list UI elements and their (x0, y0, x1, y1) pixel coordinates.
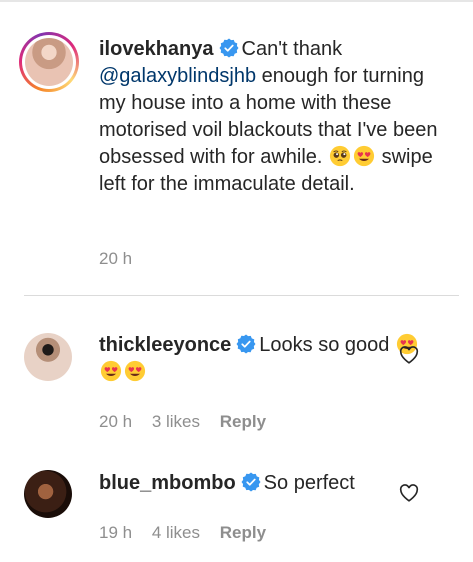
comment-text: Looks so good (259, 334, 390, 356)
verified-badge-icon (241, 472, 261, 492)
timestamp: 20 h (99, 412, 133, 431)
mention-link[interactable]: @galaxyblindsjhb (99, 65, 256, 87)
likes-count[interactable]: 3 likes (152, 412, 200, 431)
avatar[interactable] (24, 470, 72, 518)
heart-eyes-emoji-icon (353, 145, 375, 167)
reply-button[interactable]: Reply (220, 523, 266, 542)
comment-body: thickleeyonce Looks so good (99, 332, 439, 386)
username[interactable]: thickleeyonce (99, 334, 231, 356)
comment-text: Can't thank (241, 38, 343, 60)
avatar[interactable] (24, 333, 72, 381)
like-heart-icon[interactable] (399, 346, 419, 364)
comment-meta: 20 h (99, 249, 147, 269)
top-divider (0, 0, 473, 2)
avatar-story-ring[interactable] (19, 32, 79, 92)
replies-divider (24, 295, 459, 296)
reply-button[interactable]: Reply (220, 412, 266, 431)
comment-body: ilovekhanya Can't thank @galaxyblindsjhb … (99, 36, 439, 198)
avatar (25, 38, 73, 86)
timestamp: 20 h (99, 249, 133, 268)
heart-eyes-emoji-icon (124, 360, 146, 382)
like-heart-icon[interactable] (399, 484, 419, 502)
username[interactable]: ilovekhanya (99, 38, 214, 60)
comment-text: So perfect (263, 472, 355, 494)
heart-eyes-emoji-icon (100, 360, 122, 382)
pleading-face-emoji-icon (329, 145, 351, 167)
comment-meta: 19 h 4 likes Reply (99, 523, 281, 543)
verified-badge-icon (219, 38, 239, 58)
username[interactable]: blue_mbombo (99, 472, 236, 494)
comment-meta: 20 h 3 likes Reply (99, 412, 281, 432)
comment-body: blue_mbombo So perfect (99, 470, 439, 497)
likes-count[interactable]: 4 likes (152, 523, 200, 542)
timestamp: 19 h (99, 523, 133, 542)
verified-badge-icon (236, 334, 256, 354)
